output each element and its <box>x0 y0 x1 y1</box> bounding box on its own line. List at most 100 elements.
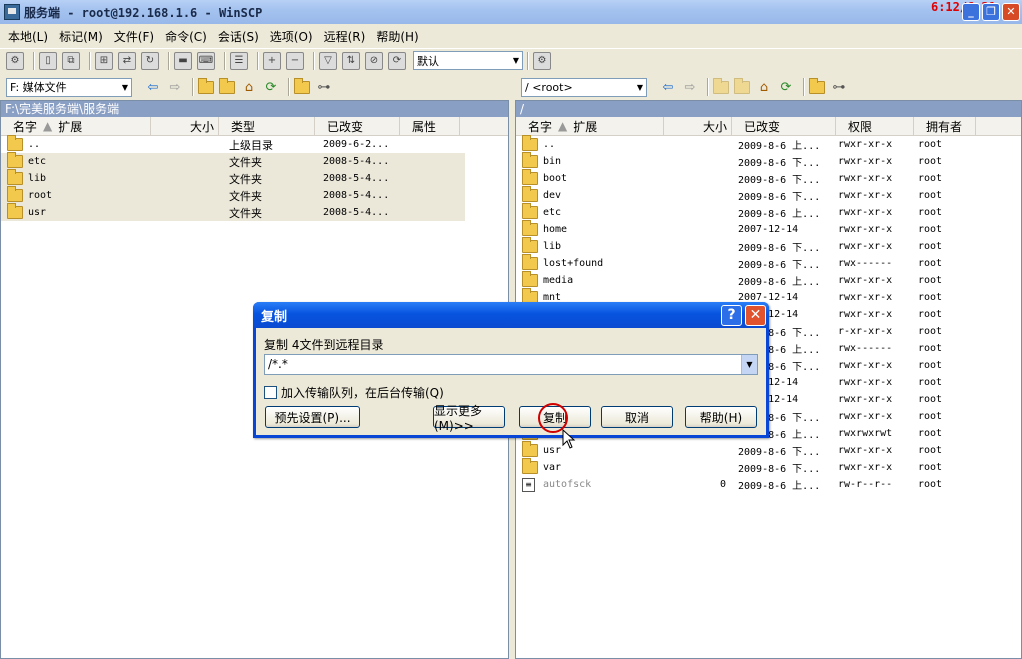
preferences-gear-icon[interactable]: ⚙ <box>6 51 24 70</box>
menu-files[interactable]: 文件(F) <box>114 28 154 45</box>
show-more-button[interactable]: 显示更多(M)>> <box>433 404 505 433</box>
open-icon[interactable]: ▯ <box>39 51 57 70</box>
table-row[interactable]: lib 文件夹 2008-5-4... <box>1 169 465 187</box>
root-dir-icon[interactable] <box>734 77 750 94</box>
file-permissions: rwxr-xr-x <box>838 190 893 201</box>
table-row[interactable]: bin 2009-8-6 下... rwxr-xr-x root <box>516 152 1021 170</box>
table-row[interactable]: lib 2009-8-6 下... rwxr-xr-x root <box>516 237 1021 255</box>
menu-mark[interactable]: 标记(M) <box>59 28 103 45</box>
file-owner: root <box>918 207 943 218</box>
folder-icon <box>7 169 23 185</box>
table-row[interactable]: .. 2009-8-6 上... rwxr-xr-x root <box>516 135 1021 153</box>
col-changed[interactable]: 已改变 <box>315 117 400 135</box>
transfer-settings-select[interactable]: 默认 ▼ <box>413 51 523 70</box>
back-arrow-icon[interactable]: ⇦ <box>659 79 677 95</box>
forward-arrow-icon[interactable]: ⇨ <box>166 79 184 95</box>
refresh-icon[interactable]: ⟳ <box>777 79 795 95</box>
local-drive-select[interactable]: F: 媒体文件 ▼ <box>6 77 132 97</box>
menu-help[interactable]: 帮助(H) <box>376 28 418 45</box>
dialog-help-icon[interactable]: ? <box>721 305 742 326</box>
folder-icon <box>522 271 538 287</box>
parent-folder-icon <box>7 135 23 151</box>
table-row[interactable]: usr 文件夹 2008-5-4... <box>1 203 465 221</box>
new-folder-icon[interactable] <box>809 77 825 94</box>
col-size[interactable]: 大小 <box>664 117 732 135</box>
queue-checkbox-row[interactable]: 加入传输队列，在后台传输(Q) <box>264 384 444 401</box>
root-dir-icon[interactable] <box>219 77 235 94</box>
col-name[interactable]: 名字 ▲ 扩展 <box>1 117 151 135</box>
copy-icon[interactable]: ⧉ <box>62 51 80 70</box>
menu-local[interactable]: 本地(L) <box>8 28 48 45</box>
transfer-settings-value: 默认 <box>417 54 439 68</box>
cancel-button[interactable]: 取消 <box>601 406 673 428</box>
table-row[interactable]: etc 2009-8-6 上... rwxr-xr-x root <box>516 203 1021 221</box>
file-owner: root <box>918 343 943 354</box>
local-path-bar: F: 媒体文件 ▼ ⇦ ⇨ ⌂ ⟳ ⊶ <box>6 76 506 98</box>
folder-icon <box>522 220 538 236</box>
synchronize-icon[interactable]: ↻ <box>141 51 159 70</box>
table-row[interactable]: root 文件夹 2008-5-4... <box>1 186 465 204</box>
queue-checkbox[interactable] <box>264 386 277 399</box>
invert-selection-icon[interactable]: ⇅ <box>342 51 360 70</box>
file-owner: root <box>918 309 943 320</box>
col-changed[interactable]: 已改变 <box>732 117 836 135</box>
table-row[interactable]: ≡ autofsck 0 2009-8-6 上... rw-r--r-- root <box>516 476 1021 493</box>
new-folder-icon[interactable] <box>294 77 310 94</box>
home-icon[interactable]: ⌂ <box>240 79 258 95</box>
table-row[interactable]: etc 文件夹 2008-5-4... <box>1 152 465 170</box>
folder-icon <box>522 152 538 168</box>
menu-commands[interactable]: 命令(C) <box>165 28 207 45</box>
back-arrow-icon[interactable]: ⇦ <box>144 79 162 95</box>
queue-icon[interactable]: ☰ <box>230 51 248 70</box>
parent-dir-icon[interactable] <box>198 77 214 94</box>
file-owner: root <box>918 326 943 337</box>
console-icon[interactable]: ▬ <box>174 51 192 70</box>
remote-dir-select[interactable]: / <root> ▼ <box>521 77 647 97</box>
compare-icon[interactable]: ⇄ <box>118 51 136 70</box>
col-permissions[interactable]: 权限 <box>836 117 914 135</box>
file-permissions: rwxr-xr-x <box>838 156 893 167</box>
close-window-button[interactable]: ✕ <box>1002 3 1020 21</box>
table-row[interactable]: usr 2009-8-6 下... rwxr-xr-x root <box>516 441 1021 459</box>
help-button[interactable]: 帮助(H) <box>685 406 757 428</box>
preset-button[interactable]: 预先设置(P)... <box>265 406 360 428</box>
select-minus-icon[interactable]: − <box>286 51 304 70</box>
restore-button[interactable]: ❐ <box>982 3 1000 21</box>
table-row[interactable]: lost+found 2009-8-6 下... rwx------ root <box>516 254 1021 272</box>
table-row[interactable]: media 2009-8-6 上... rwxr-xr-x root <box>516 271 1021 289</box>
col-owner[interactable]: 拥有者 <box>914 117 976 135</box>
network-icon[interactable]: ⊞ <box>95 51 113 70</box>
main-toolbar: ⚙ ▯ ⧉ ⊞ ⇄ ↻ ▬ ⌨ ☰ + − ▽ ⇅ ⊘ ⟳ 默认 ▼ ⚙ <box>0 48 1022 72</box>
clear-selection-icon[interactable]: ⊘ <box>365 51 383 70</box>
forward-arrow-icon[interactable]: ⇨ <box>681 79 699 95</box>
minimize-button[interactable]: _ <box>962 3 980 21</box>
col-type[interactable]: 类型 <box>219 117 315 135</box>
menu-options[interactable]: 选项(O) <box>270 28 313 45</box>
col-name[interactable]: 名字 ▲ 扩展 <box>516 117 664 135</box>
menu-remote[interactable]: 远程(R) <box>324 28 366 45</box>
table-row[interactable]: var 2009-8-6 下... rwxr-xr-x root <box>516 458 1021 476</box>
table-row[interactable]: .. 上级目录 2009-6-2... <box>1 135 465 153</box>
refresh-icon[interactable]: ⟳ <box>262 79 280 95</box>
dialog-close-icon[interactable]: ✕ <box>745 305 766 326</box>
refresh-icon[interactable]: ⟳ <box>388 51 406 70</box>
select-plus-icon[interactable]: + <box>263 51 281 70</box>
col-size[interactable]: 大小 <box>151 117 219 135</box>
chevron-down-icon[interactable]: ▼ <box>741 355 757 374</box>
parent-dir-icon[interactable] <box>713 77 729 94</box>
table-row[interactable]: boot 2009-8-6 下... rwxr-xr-x root <box>516 169 1021 187</box>
col-attributes[interactable]: 属性 <box>400 117 460 135</box>
tree-icon[interactable]: ⊶ <box>315 79 333 95</box>
table-row[interactable]: dev 2009-8-6 下... rwxr-xr-x root <box>516 186 1021 204</box>
table-row[interactable]: home 2007-12-14 rwxr-xr-x root <box>516 220 1021 238</box>
file-name: lost+found <box>543 258 604 269</box>
filter-icon[interactable]: ▽ <box>319 51 337 70</box>
transfer-options-icon[interactable]: ⚙ <box>533 51 551 70</box>
sort-asc-icon: ▲ <box>558 119 568 133</box>
tree-icon[interactable]: ⊶ <box>830 79 848 95</box>
putty-icon[interactable]: ⌨ <box>197 51 215 70</box>
menu-session[interactable]: 会话(S) <box>218 28 259 45</box>
target-directory-input[interactable]: /*.* ▼ <box>264 354 758 375</box>
file-permissions: rwxr-xr-x <box>838 360 893 371</box>
home-icon[interactable]: ⌂ <box>755 79 773 95</box>
